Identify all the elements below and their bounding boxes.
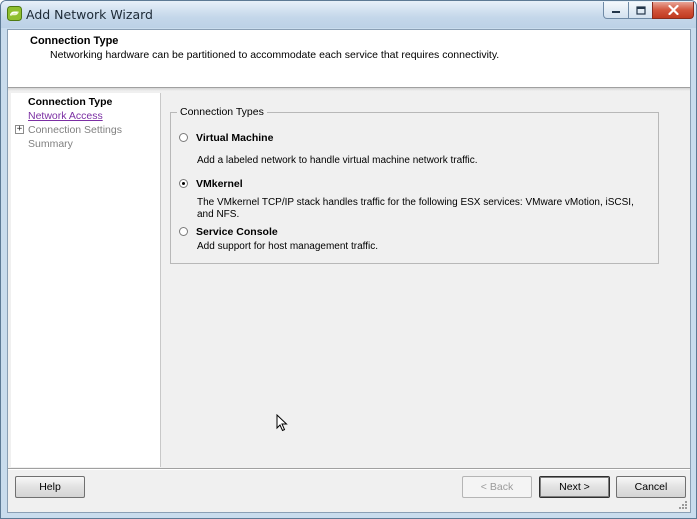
- vsphere-client-icon: [7, 6, 22, 21]
- radio-virtual-machine[interactable]: [179, 133, 188, 142]
- radio-service-console[interactable]: [179, 227, 188, 236]
- page-title: Connection Type: [30, 35, 119, 47]
- help-button[interactable]: Help: [15, 476, 85, 498]
- step-network-access[interactable]: Network Access: [28, 110, 103, 122]
- resize-grip-icon[interactable]: [678, 500, 688, 510]
- cancel-button[interactable]: Cancel: [616, 476, 686, 498]
- next-button[interactable]: Next >: [539, 476, 610, 498]
- option-label[interactable]: Service Console: [196, 226, 278, 238]
- option-label[interactable]: Virtual Machine: [196, 132, 273, 144]
- mouse-cursor-icon: [276, 414, 288, 432]
- wizard-body: Connection Type Networking hardware can …: [7, 29, 691, 513]
- step-connection-settings: Connection Settings: [28, 124, 122, 136]
- header-divider: [8, 88, 690, 91]
- maximize-icon: [635, 5, 646, 15]
- close-button[interactable]: [652, 2, 694, 19]
- radio-vmkernel[interactable]: [179, 179, 188, 188]
- group-legend: Connection Types: [177, 106, 267, 118]
- step-summary: Summary: [28, 138, 73, 150]
- wizard-window: Add Network Wizard Connection Type Netwo…: [0, 0, 697, 519]
- maximize-button[interactable]: [628, 2, 653, 19]
- page-subtitle: Networking hardware can be partitioned t…: [50, 49, 500, 61]
- option-description: The VMkernel TCP/IP stack handles traffi…: [197, 197, 634, 220]
- step-connection-type: Connection Type: [28, 96, 113, 108]
- connection-types-group: Connection Types Virtual Machine Add a l…: [170, 106, 659, 264]
- option-label[interactable]: VMkernel: [196, 178, 243, 190]
- minimize-button[interactable]: [603, 2, 629, 19]
- expand-icon[interactable]: +: [15, 125, 24, 134]
- back-button[interactable]: < Back: [462, 476, 532, 498]
- footer-divider: [8, 468, 690, 469]
- wizard-steps-panel: Connection Type Network Access + Connect…: [11, 93, 161, 467]
- window-title: Add Network Wizard: [26, 7, 153, 22]
- minimize-icon: [612, 11, 620, 13]
- option-description: Add a labeled network to handle virtual …: [197, 155, 478, 166]
- title-bar[interactable]: Add Network Wizard: [1, 1, 696, 28]
- close-icon: [667, 5, 679, 15]
- wizard-header: Connection Type Networking hardware can …: [8, 30, 690, 88]
- option-description: Add support for host management traffic.: [197, 241, 379, 252]
